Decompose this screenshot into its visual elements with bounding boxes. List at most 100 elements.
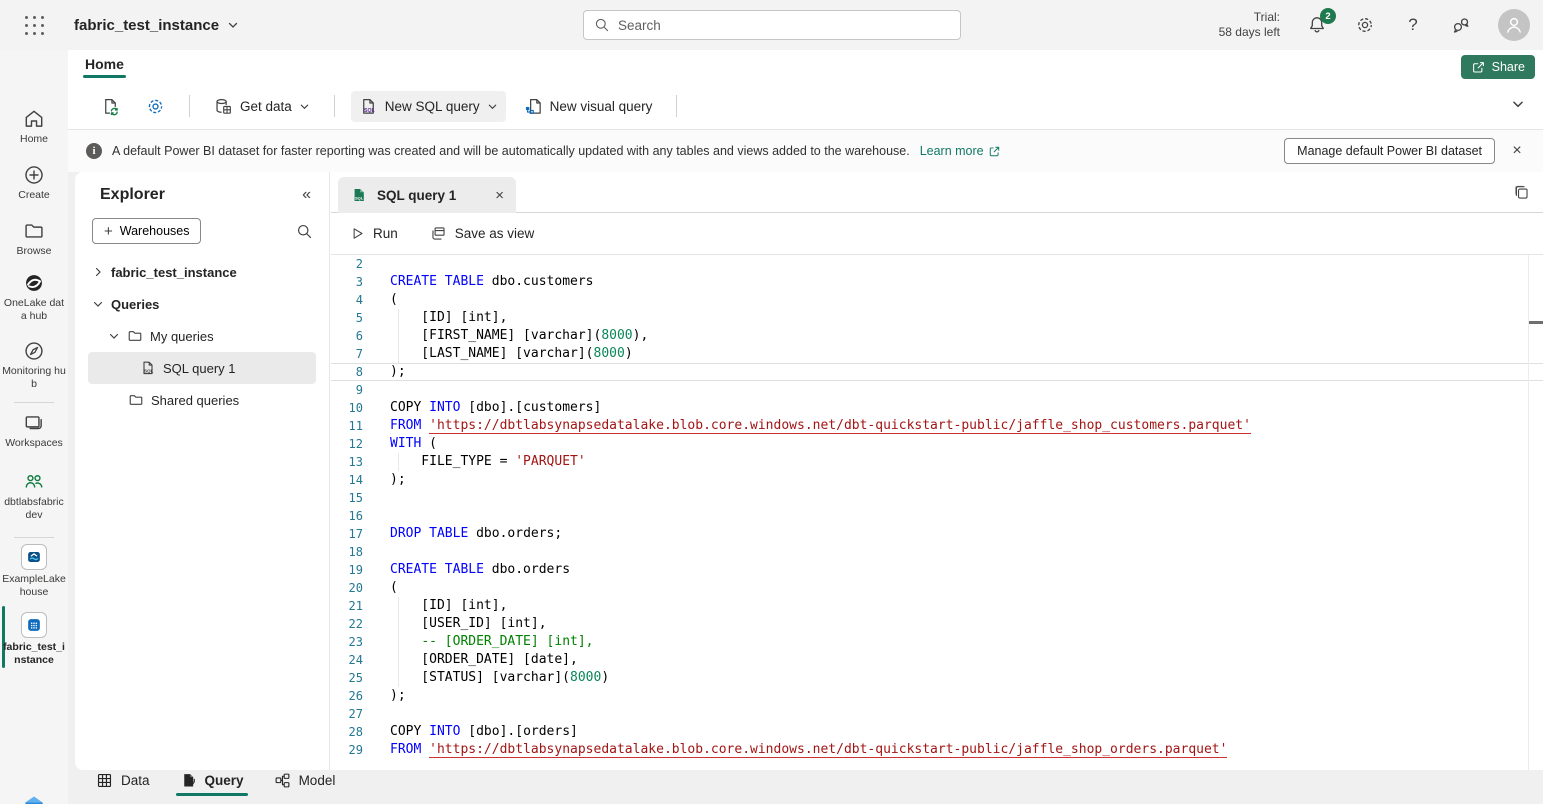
- view-tab-query[interactable]: Query: [180, 772, 244, 799]
- code-text[interactable]: COPY INTO [dbo].[orders]: [390, 723, 1543, 741]
- code-line[interactable]: 19CREATE TABLE dbo.orders: [331, 561, 1543, 579]
- code-text[interactable]: [ORDER_DATE] [date],: [390, 651, 1543, 669]
- code-line[interactable]: 7 [LAST_NAME] [varchar](8000): [331, 345, 1543, 363]
- account-avatar[interactable]: [1498, 9, 1530, 41]
- code-line[interactable]: 17DROP TABLE dbo.orders;: [331, 525, 1543, 543]
- code-line[interactable]: 22 [USER_ID] [int],: [331, 615, 1543, 633]
- new-sql-query-button[interactable]: SQL New SQL query: [351, 91, 506, 122]
- code-text[interactable]: (: [390, 291, 1543, 309]
- view-tab-model[interactable]: Model: [274, 772, 336, 799]
- copy-icon[interactable]: [1513, 184, 1530, 201]
- sql-code-editor[interactable]: 23CREATE TABLE dbo.customers4(5 [ID] [in…: [331, 255, 1543, 770]
- code-text[interactable]: );: [390, 687, 1543, 705]
- feedback-button[interactable]: [1450, 14, 1472, 36]
- tree-item-shared-queries[interactable]: Shared queries: [88, 384, 316, 416]
- code-text[interactable]: [ID] [int],: [390, 309, 1543, 327]
- share-button[interactable]: Share: [1461, 55, 1535, 79]
- code-line[interactable]: 23 -- [ORDER_DATE] [int],: [331, 633, 1543, 651]
- view-tab-data[interactable]: Data: [96, 772, 150, 799]
- code-line[interactable]: 21 [ID] [int],: [331, 597, 1543, 615]
- nav-item-create[interactable]: Create: [0, 164, 68, 202]
- code-line[interactable]: 26);: [331, 687, 1543, 705]
- code-line[interactable]: 2: [331, 255, 1543, 273]
- new-visual-query-button[interactable]: New visual query: [516, 91, 661, 122]
- add-warehouses-button[interactable]: + Warehouses: [92, 218, 201, 244]
- code-text[interactable]: FILE_TYPE = 'PARQUET': [390, 453, 1543, 471]
- tree-item-sql-query-1[interactable]: SQL SQL query 1: [88, 352, 316, 384]
- tree-item-my-queries[interactable]: My queries: [88, 320, 316, 352]
- code-text[interactable]: [390, 507, 1543, 525]
- code-line[interactable]: 8);: [331, 363, 1543, 381]
- search-icon[interactable]: [296, 223, 313, 240]
- nav-item-monitoring-hub[interactable]: Monitoring hub: [0, 340, 68, 391]
- nav-item-home[interactable]: Home: [0, 108, 68, 146]
- code-text[interactable]: [390, 705, 1543, 723]
- refresh-dataset-button[interactable]: [93, 91, 128, 122]
- code-text[interactable]: );: [390, 364, 1543, 380]
- code-line[interactable]: 12WITH (: [331, 435, 1543, 453]
- save-as-view-button[interactable]: Save as view: [430, 225, 535, 242]
- code-text[interactable]: [390, 543, 1543, 561]
- get-data-button[interactable]: Get data: [206, 91, 318, 122]
- code-text[interactable]: CREATE TABLE dbo.customers: [390, 273, 1543, 291]
- code-text[interactable]: [390, 255, 1543, 273]
- notifications-button[interactable]: 2: [1306, 14, 1328, 36]
- code-text[interactable]: [ID] [int],: [390, 597, 1543, 615]
- code-text[interactable]: FROM 'https://dbtlabsynapsedatalake.blob…: [390, 417, 1543, 435]
- search-input[interactable]: [618, 18, 950, 33]
- code-text[interactable]: [390, 381, 1543, 399]
- code-text[interactable]: COPY INTO [dbo].[customers]: [390, 399, 1543, 417]
- manage-default-dataset-button[interactable]: Manage default Power BI dataset: [1284, 138, 1495, 164]
- code-text[interactable]: );: [390, 471, 1543, 489]
- code-line[interactable]: 11FROM 'https://dbtlabsynapsedatalake.bl…: [331, 417, 1543, 435]
- global-search[interactable]: [583, 10, 961, 40]
- collapse-ribbon-chevron-icon[interactable]: [1511, 97, 1525, 111]
- code-line[interactable]: 3CREATE TABLE dbo.customers: [331, 273, 1543, 291]
- help-button[interactable]: ?: [1402, 14, 1424, 36]
- ribbon-tab-home[interactable]: Home: [83, 54, 126, 78]
- nav-item-examplelakehouse[interactable]: ExampleLakehouse: [0, 544, 68, 599]
- code-text[interactable]: -- [ORDER_DATE] [int],: [390, 633, 1543, 651]
- code-text[interactable]: WITH (: [390, 435, 1543, 453]
- close-tab-icon[interactable]: ×: [495, 187, 504, 204]
- code-line[interactable]: 18: [331, 543, 1543, 561]
- code-text[interactable]: [390, 489, 1543, 507]
- warehouse-settings-button[interactable]: [138, 91, 173, 122]
- code-text[interactable]: FROM 'https://dbtlabsynapsedatalake.blob…: [390, 741, 1543, 759]
- settings-button[interactable]: [1354, 14, 1376, 36]
- workspace-switcher[interactable]: fabric_test_instance: [74, 17, 239, 34]
- code-line[interactable]: 29FROM 'https://dbtlabsynapsedatalake.bl…: [331, 741, 1543, 759]
- chevron-right-icon[interactable]: [92, 266, 104, 278]
- code-line[interactable]: 6 [FIRST_NAME] [varchar](8000),: [331, 327, 1543, 345]
- chevron-down-icon[interactable]: [108, 330, 120, 342]
- nav-item-data-warehouse[interactable]: Data Warehouse: [0, 793, 68, 804]
- code-line[interactable]: 10COPY INTO [dbo].[customers]: [331, 399, 1543, 417]
- tree-item-fabric-test-instance[interactable]: fabric_test_instance: [88, 256, 316, 288]
- code-line[interactable]: 25 [STATUS] [varchar](8000): [331, 669, 1543, 687]
- code-text[interactable]: [STATUS] [varchar](8000): [390, 669, 1543, 687]
- tree-item-queries[interactable]: Queries: [88, 288, 316, 320]
- code-line[interactable]: 15: [331, 489, 1543, 507]
- code-line[interactable]: 13 FILE_TYPE = 'PARQUET': [331, 453, 1543, 471]
- query-tab-sql-query-1[interactable]: SQL SQL query 1 ×: [338, 177, 516, 213]
- code-line[interactable]: 28COPY INTO [dbo].[orders]: [331, 723, 1543, 741]
- code-text[interactable]: CREATE TABLE dbo.orders: [390, 561, 1543, 579]
- run-button[interactable]: Run: [350, 226, 398, 241]
- code-text[interactable]: [USER_ID] [int],: [390, 615, 1543, 633]
- nav-item-workspaces[interactable]: Workspaces: [0, 412, 68, 450]
- code-line[interactable]: 27: [331, 705, 1543, 723]
- nav-item-fabric-test-instance[interactable]: fabric_test_instance: [0, 612, 68, 667]
- code-line[interactable]: 20(: [331, 579, 1543, 597]
- code-line[interactable]: 4(: [331, 291, 1543, 309]
- code-line[interactable]: 5 [ID] [int],: [331, 309, 1543, 327]
- nav-item-workspace-dbtlabsfabricdev[interactable]: dbtlabsfabricdev: [0, 471, 68, 522]
- app-launcher-icon[interactable]: [17, 8, 51, 42]
- code-line[interactable]: 14);: [331, 471, 1543, 489]
- code-text[interactable]: [LAST_NAME] [varchar](8000): [390, 345, 1543, 363]
- code-text[interactable]: (: [390, 579, 1543, 597]
- learn-more-link[interactable]: Learn more: [920, 144, 1001, 158]
- code-line[interactable]: 9: [331, 381, 1543, 399]
- collapse-explorer-icon[interactable]: «: [302, 186, 311, 204]
- code-line[interactable]: 24 [ORDER_DATE] [date],: [331, 651, 1543, 669]
- code-line[interactable]: 16: [331, 507, 1543, 525]
